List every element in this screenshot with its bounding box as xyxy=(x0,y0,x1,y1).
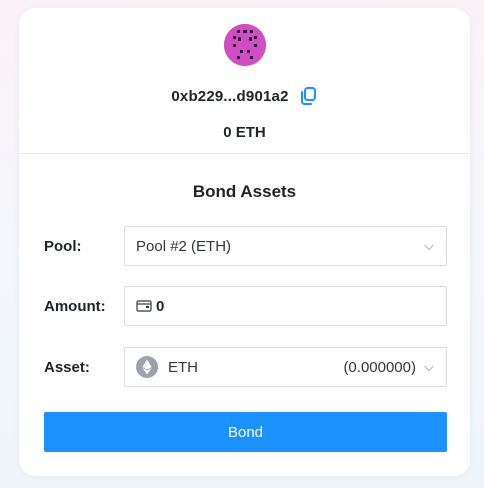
address-row: 0xb229...d901a2 xyxy=(171,86,317,106)
avatar xyxy=(223,24,266,66)
account-balance: 0 ETH xyxy=(223,124,266,141)
amount-row: Amount: xyxy=(44,286,447,326)
asset-balance: (0.000000) xyxy=(343,358,416,376)
asset-name: ETH xyxy=(168,358,198,376)
bond-button[interactable]: Bond xyxy=(44,412,447,452)
asset-select[interactable]: ETH (0.000000) xyxy=(124,347,447,387)
bond-card: 0xb229...d901a2 0 ETH Bond Assets Pool: … xyxy=(19,8,470,476)
pool-selected-value: Pool #2 (ETH) xyxy=(136,237,232,255)
wallet-icon xyxy=(136,298,152,314)
amount-input[interactable] xyxy=(156,297,356,315)
asset-row: Asset: ETH (0.000000) xyxy=(44,347,447,387)
pool-label: Pool: xyxy=(44,237,82,255)
ethereum-icon xyxy=(136,356,158,378)
pool-select[interactable]: Pool #2 (ETH) xyxy=(124,226,447,266)
chevron-down-icon xyxy=(423,361,435,373)
amount-label: Amount: xyxy=(44,297,106,315)
form-title: Bond Assets xyxy=(192,182,297,201)
pool-row: Pool: Pool #2 (ETH) xyxy=(44,226,447,266)
amount-field[interactable] xyxy=(124,286,447,326)
wallet-address: 0xb229...d901a2 xyxy=(171,87,289,105)
chevron-down-icon xyxy=(423,240,435,252)
copy-icon[interactable] xyxy=(298,86,318,106)
asset-label: Asset: xyxy=(44,358,90,376)
account-summary: 0xb229...d901a2 0 ETH xyxy=(19,8,470,154)
avatar-identicon xyxy=(223,24,266,66)
